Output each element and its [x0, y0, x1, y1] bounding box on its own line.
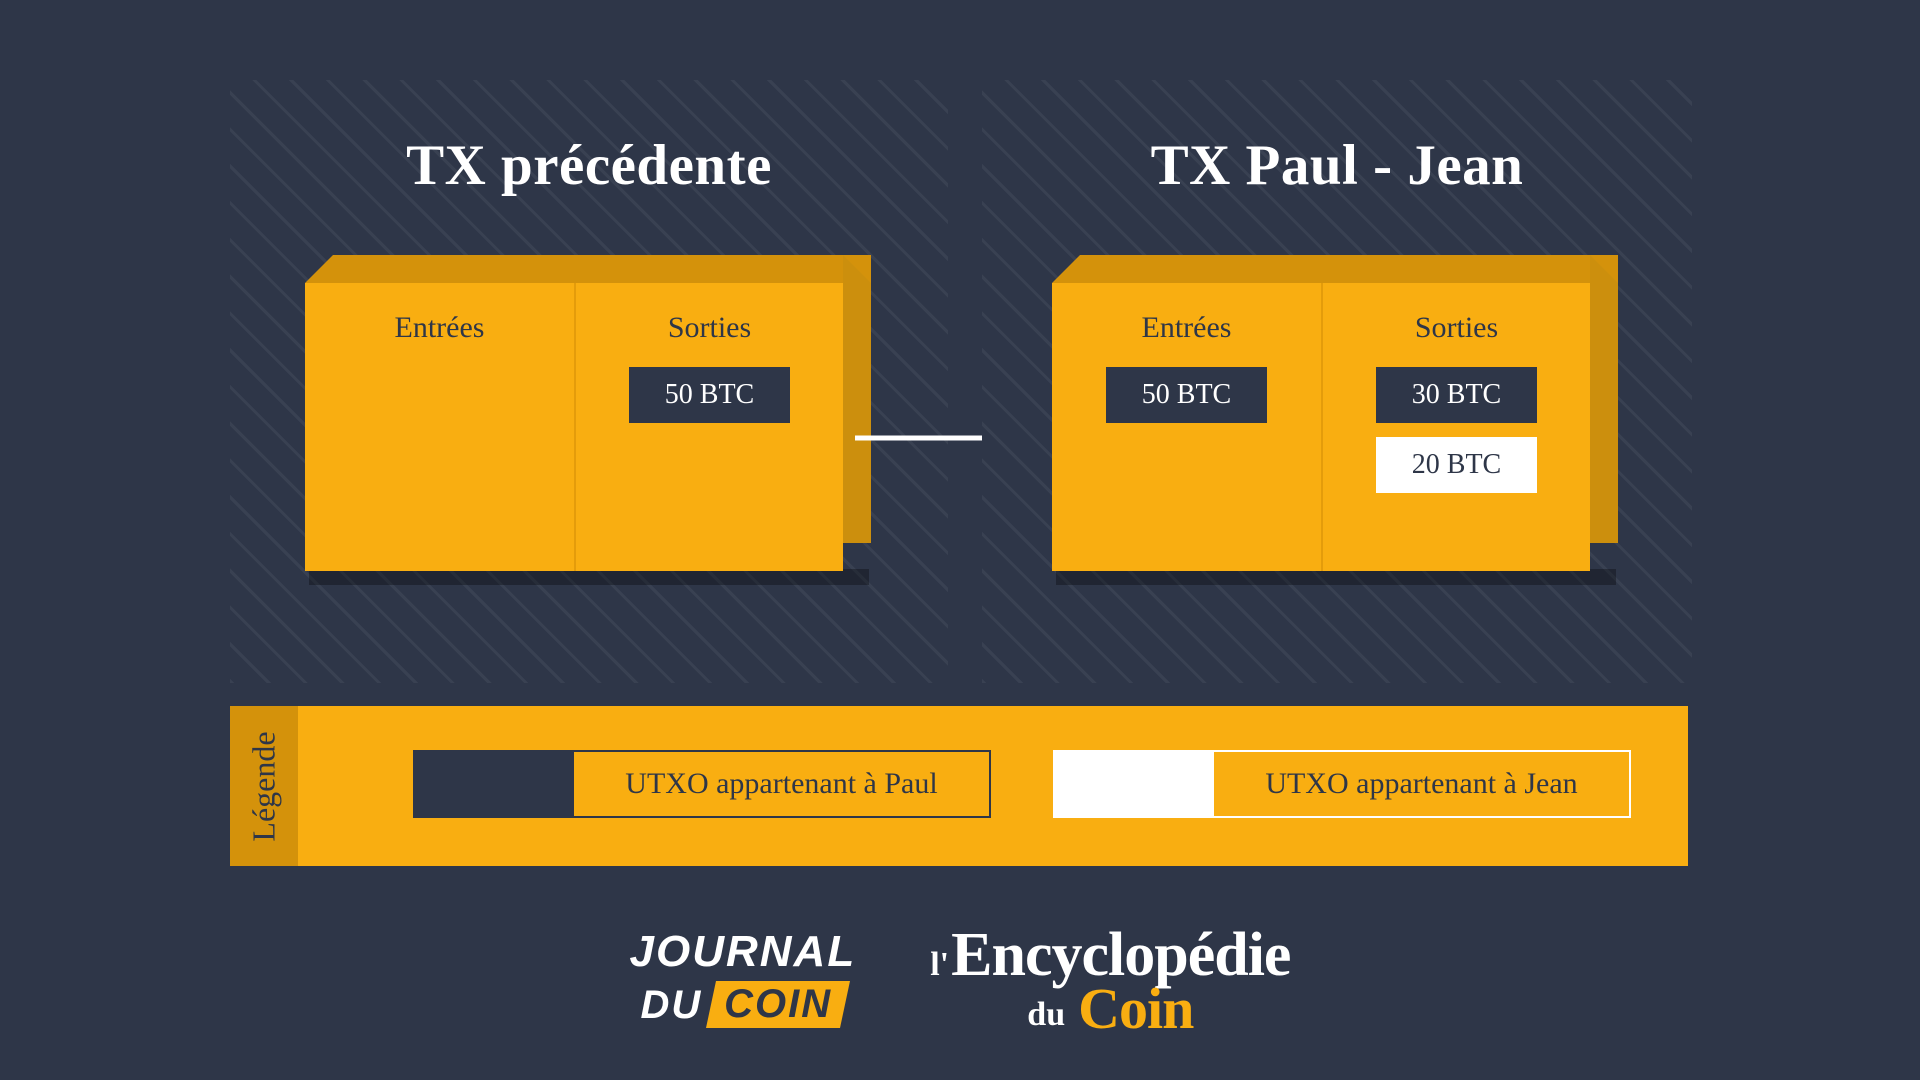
jdc-wordmark-coin: COIN — [706, 981, 851, 1028]
jdc-wordmark-du: DU — [640, 982, 703, 1027]
legend-items: UTXO appartenant à Paul UTXO appartenant… — [298, 706, 1688, 866]
enc-wordmark-row2: du Coin — [1027, 975, 1194, 1041]
footer-logos: JOURNAL DU COIN l' Encyclopédie du Coin — [0, 900, 1920, 1070]
box-shadow — [1056, 569, 1616, 585]
utxo-chip[interactable]: 30 BTC — [1376, 367, 1537, 423]
journal-du-coin-logo: JOURNAL DU COIN — [630, 930, 857, 1028]
tx-column-outputs: Sorties 30 BTC 20 BTC — [1321, 283, 1590, 571]
tx-title-previous: TX précédente — [406, 134, 772, 197]
box-top-face — [1052, 255, 1618, 283]
legend-label-strip: Légende — [230, 706, 298, 866]
tx-column-inputs: Entrées 50 BTC — [1052, 283, 1321, 571]
column-heading-outputs: Sorties — [1414, 311, 1499, 344]
tx-box-paul-jean: Entrées 50 BTC Sorties 30 BTC 20 BTC — [1052, 255, 1618, 585]
legend-text-jean: UTXO appartenant à Jean — [1265, 767, 1578, 800]
legend-entry-jean: UTXO appartenant à Jean — [1053, 750, 1631, 818]
diagram-canvas: TX précédente Entrées Sorties 50 BTC TX … — [0, 0, 1920, 1080]
legend-swatch-paul — [415, 752, 574, 816]
tx-box-previous: Entrées Sorties 50 BTC — [305, 255, 871, 585]
legend-entry-paul: UTXO appartenant à Paul — [413, 750, 991, 818]
utxo-chip[interactable]: 50 BTC — [629, 367, 790, 423]
tx-title-paul-jean: TX Paul - Jean — [1150, 134, 1524, 197]
encyclopedie-du-coin-logo: l' Encyclopédie du Coin — [930, 924, 1291, 1041]
box-shadow — [309, 569, 869, 585]
legend: Légende UTXO appartenant à Paul UTXO app… — [230, 706, 1688, 866]
box-side-face — [1590, 255, 1618, 543]
utxo-chip[interactable]: 50 BTC — [1106, 367, 1267, 423]
jdc-wordmark-journal: JOURNAL — [629, 927, 857, 976]
box-side-face — [843, 255, 871, 543]
column-heading-inputs: Entrées — [1141, 311, 1232, 344]
enc-prefix: l' — [930, 945, 950, 983]
utxo-chip[interactable]: 20 BTC — [1376, 437, 1537, 493]
column-heading-outputs: Sorties — [667, 311, 752, 344]
jdc-coin-text: COIN — [724, 982, 833, 1026]
enc-wordmark-du: du — [1027, 995, 1066, 1033]
jdc-wordmark-row2: DU COIN — [640, 981, 851, 1028]
tx-column-inputs: Entrées — [305, 283, 574, 571]
tx-column-outputs: Sorties 50 BTC — [574, 283, 843, 571]
box-front-face: Entrées Sorties 50 BTC — [305, 283, 843, 571]
column-heading-inputs: Entrées — [394, 311, 485, 344]
enc-wordmark-coin: Coin — [1078, 975, 1194, 1041]
box-front-face: Entrées 50 BTC Sorties 30 BTC 20 BTC — [1052, 283, 1590, 571]
legend-label: Légende — [245, 730, 282, 842]
legend-swatch-jean — [1055, 752, 1214, 816]
box-top-face — [305, 255, 871, 283]
legend-text-paul: UTXO appartenant à Paul — [625, 767, 938, 800]
